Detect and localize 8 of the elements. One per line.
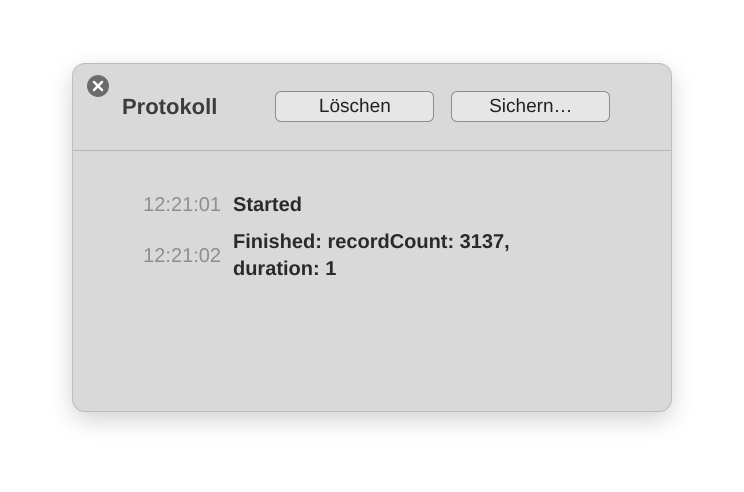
delete-button[interactable]: Löschen <box>275 91 434 122</box>
log-time: 12:21:02 <box>142 244 221 268</box>
window-title: Protokoll <box>122 94 218 120</box>
log-message: Finished: recordCount: 3137, duration: 1 <box>233 230 511 282</box>
log-message: Started <box>233 193 303 218</box>
close-icon[interactable] <box>87 75 109 97</box>
save-button[interactable]: Sichern… <box>451 91 610 122</box>
log-time: 12:21:01 <box>142 194 221 217</box>
